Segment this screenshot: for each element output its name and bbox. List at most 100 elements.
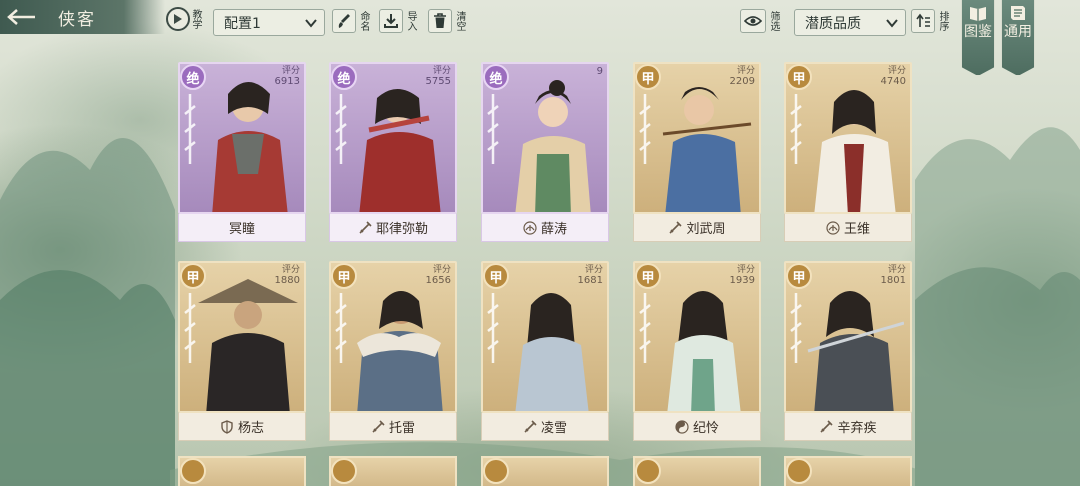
- hero-name-bar: 王维: [784, 214, 912, 242]
- score-value: 1939: [729, 275, 755, 286]
- grade-ribbon: [790, 94, 802, 164]
- rename-label: 命名: [358, 10, 369, 31]
- score: 评分 1656: [426, 265, 451, 286]
- hero-name: 刘武周: [686, 222, 726, 237]
- score: 评分 1681: [578, 265, 603, 286]
- hero-card[interactable]: 甲 评分 1681 凌雪: [481, 261, 609, 441]
- grade-badge: 甲: [786, 263, 812, 289]
- filter-button[interactable]: 筛选: [740, 7, 779, 34]
- dagger-icon: [523, 419, 537, 434]
- hero-card-partial[interactable]: [633, 456, 761, 486]
- hero-card-partial[interactable]: [481, 456, 609, 486]
- config-select-value: 配置1: [224, 15, 261, 32]
- hero-card[interactable]: 绝 9 薛涛: [481, 62, 609, 242]
- hero-card[interactable]: 甲 评分 1939 纪怜: [633, 261, 761, 441]
- score: 评分 6913: [275, 66, 300, 87]
- back-arrow-icon: [7, 9, 35, 25]
- score-value: 1681: [577, 275, 603, 286]
- score: 评分 1880: [275, 265, 300, 286]
- hero-card-partial[interactable]: [329, 456, 457, 486]
- hero-card[interactable]: 甲 评分 4740 王维: [784, 62, 912, 242]
- score-value: 4740: [880, 76, 906, 87]
- hero-name-bar: 杨志: [178, 413, 306, 441]
- sort-select[interactable]: 潜质品质: [794, 9, 906, 36]
- hero-card-partial[interactable]: [178, 456, 306, 486]
- grade-badge: 绝: [483, 64, 509, 90]
- hero-name: 耶律弥勒: [375, 222, 428, 237]
- grade-ribbon: [487, 94, 499, 164]
- score-label: 评分: [432, 66, 451, 76]
- dagger-icon: [358, 220, 372, 235]
- hero-name-bar: 刘武周: [633, 214, 761, 242]
- grade-badge: 甲: [483, 263, 509, 289]
- title-strip: 侠客: [0, 0, 165, 34]
- score-value: 1880: [274, 275, 300, 286]
- import-button[interactable]: 导入: [379, 7, 416, 34]
- score: 评分 5755: [426, 66, 451, 87]
- hero-card-partial[interactable]: [784, 456, 912, 486]
- hero-name-bar: 纪怜: [633, 413, 761, 441]
- general-label: 通用: [1004, 24, 1032, 40]
- tutorial-label: 教学: [190, 9, 201, 29]
- hero-card[interactable]: 甲 评分 2209 刘武周: [633, 62, 761, 242]
- sort-label: 排序: [937, 10, 948, 31]
- score-label: 评分: [281, 66, 300, 76]
- score-value: 6913: [274, 76, 300, 87]
- config-select[interactable]: 配置1: [213, 9, 325, 36]
- lotus-icon: [523, 220, 537, 235]
- general-button[interactable]: 通用: [1001, 0, 1035, 76]
- hero-name-bar: 耶律弥勒: [329, 214, 457, 242]
- score-label: 评分: [736, 265, 755, 275]
- hero-name-bar: 薛涛: [481, 214, 609, 242]
- grade-badge: 甲: [331, 263, 357, 289]
- page-title: 侠客: [58, 9, 96, 30]
- sort-select-value: 潜质品质: [805, 15, 861, 32]
- play-icon: [166, 7, 190, 31]
- shield-icon: [220, 419, 234, 434]
- grade-ribbon: [184, 94, 196, 164]
- hero-name-bar: 辛弃疾: [784, 413, 912, 441]
- grade-badge: 绝: [180, 64, 206, 90]
- grade-ribbon: [335, 293, 347, 363]
- hero-card[interactable]: 甲 评分 1880 杨志: [178, 261, 306, 441]
- score: 9: [597, 66, 603, 77]
- hero-card[interactable]: 甲 评分 1801 辛弃疾: [784, 261, 912, 441]
- score: 评分 1939: [730, 265, 755, 286]
- dagger-icon: [819, 419, 834, 434]
- score-value: 5755: [425, 76, 451, 87]
- grade-ribbon: [335, 94, 347, 164]
- score-label: 评分: [736, 66, 755, 76]
- hero-name-bar: 凌雪: [481, 413, 609, 441]
- score-label: 评分: [887, 265, 906, 275]
- grade-ribbon: [639, 94, 651, 164]
- book-icon: [970, 7, 986, 21]
- grade-badge: [180, 458, 206, 484]
- chevron-down-icon: [305, 19, 317, 28]
- dagger-icon: [668, 220, 683, 235]
- grade-ribbon: [487, 293, 499, 363]
- sort-button[interactable]: 排序: [911, 7, 948, 34]
- grade-ribbon: [184, 293, 196, 363]
- grade-badge: 甲: [180, 263, 206, 289]
- score: 评分 2209: [730, 66, 755, 87]
- hero-name: 凌雪: [540, 421, 567, 436]
- hero-name: 辛弃疾: [837, 421, 877, 436]
- clear-button[interactable]: 清空: [428, 7, 465, 34]
- hero-card[interactable]: 甲 评分 1656 托雷: [329, 261, 457, 441]
- top-bar: 侠客 教学 配置1 命名 导入 清空 筛选 潜质品质 排序 图鉴 通用: [0, 0, 1080, 76]
- rename-button[interactable]: 命名: [332, 7, 369, 34]
- hero-card[interactable]: 绝 评分 6913 冥瞳: [178, 62, 306, 242]
- score: 评分 1801: [881, 265, 906, 286]
- codex-button[interactable]: 图鉴: [961, 0, 995, 76]
- tutorial-button[interactable]: 教学: [166, 4, 210, 34]
- score-label: 评分: [887, 66, 906, 76]
- back-button[interactable]: [0, 0, 44, 34]
- eye-icon: [740, 8, 766, 33]
- trash-icon: [428, 8, 452, 33]
- score-label: 评分: [432, 265, 451, 275]
- brush-icon: [332, 8, 356, 33]
- grade-badge: 甲: [635, 263, 661, 289]
- hero-card[interactable]: 绝 评分 5755 耶律弥勒: [329, 62, 457, 242]
- score-label: 评分: [281, 265, 300, 275]
- hero-name: 冥瞳: [228, 222, 255, 237]
